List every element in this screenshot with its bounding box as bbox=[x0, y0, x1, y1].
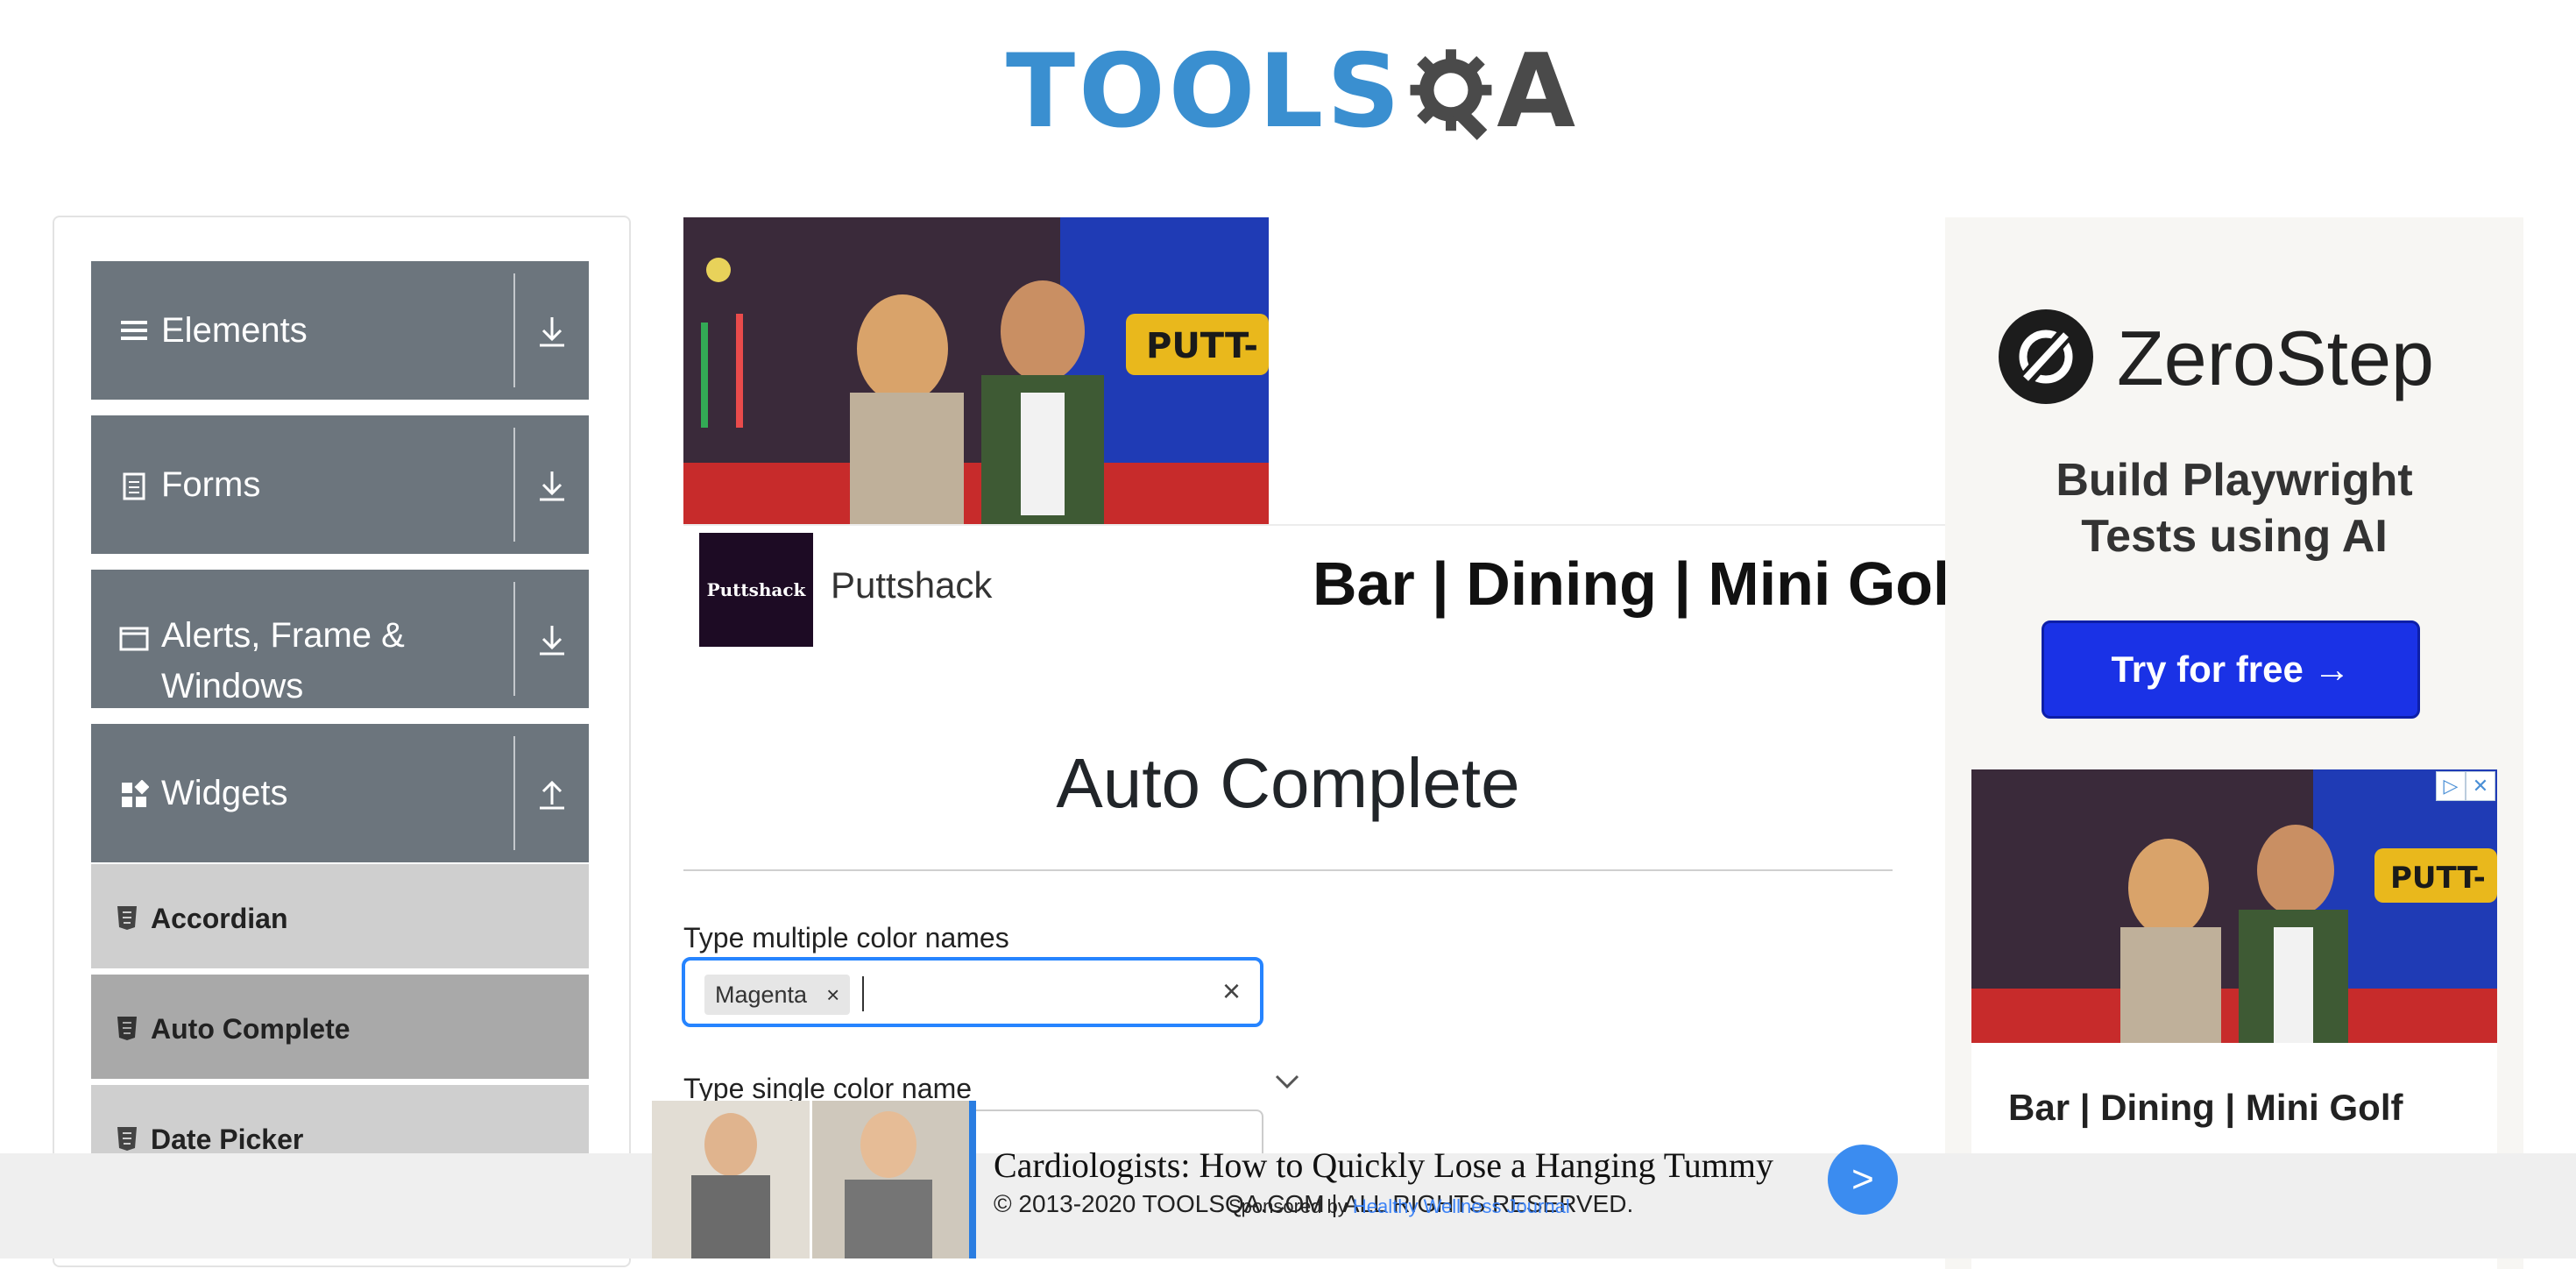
try-for-free-button[interactable]: Try for free → bbox=[2042, 620, 2420, 719]
color-chip: Magenta × bbox=[704, 975, 851, 1015]
ad-photo[interactable]: PUTT- bbox=[683, 217, 1269, 524]
html5-icon bbox=[117, 1127, 137, 1151]
ad-close-icon[interactable]: ✕ bbox=[2466, 771, 2495, 801]
document-icon bbox=[123, 472, 145, 500]
svg-text:PUTT-: PUTT- bbox=[1146, 326, 1258, 366]
group-header-alerts-frame-windows[interactable]: Alerts, Frame & Windows bbox=[91, 570, 589, 708]
group-header-elements[interactable]: Elements bbox=[91, 261, 589, 400]
group-header-widgets[interactable]: Widgets bbox=[91, 724, 589, 862]
left-panel: Elements Forms Alerts, Frame & Windows W… bbox=[53, 216, 631, 1267]
group-label-widgets: Widgets bbox=[161, 774, 288, 812]
html5-icon bbox=[117, 906, 137, 930]
group-label-alerts: Alerts, Frame & bbox=[161, 616, 405, 655]
ad-banner[interactable]: PUTT- Bar | Dining | Mini Golf Puttshack… bbox=[683, 217, 1971, 656]
ad-headline[interactable]: Bar | Dining | Mini Golf bbox=[1313, 549, 1971, 619]
ad-brand-name[interactable]: Puttshack bbox=[831, 564, 992, 606]
adchoices[interactable]: ▷ ✕ bbox=[2436, 771, 2495, 801]
download-arrow-icon[interactable] bbox=[529, 308, 575, 354]
ad-brand-logo[interactable]: Puttshack bbox=[699, 533, 813, 647]
title-divider bbox=[683, 869, 1893, 871]
svg-text:PUTT-: PUTT- bbox=[2390, 861, 2486, 896]
sidebar-item-label: Date Picker bbox=[151, 1124, 304, 1155]
group-separator bbox=[513, 582, 515, 696]
zerostep-tagline: Build Playwright Tests using AI bbox=[1945, 452, 2523, 564]
download-arrow-icon[interactable] bbox=[529, 463, 575, 508]
group-separator bbox=[513, 428, 515, 542]
logo-text-end: A bbox=[1497, 32, 1575, 151]
sidebar-item-auto-complete[interactable]: Auto Complete bbox=[91, 975, 589, 1081]
sidebar-item-label: Auto Complete bbox=[151, 1013, 350, 1045]
group-separator bbox=[513, 736, 515, 850]
sticky-ad-sponsor: Sponsored by Healthy Wellness Journal bbox=[1228, 1195, 1570, 1218]
sponsored-prefix: Sponsored by bbox=[1228, 1195, 1348, 1217]
sticky-ad[interactable]: Cardiologists: How to Quickly Lose a Han… bbox=[652, 1101, 1914, 1258]
group-label-elements: Elements bbox=[161, 311, 308, 350]
group-separator bbox=[513, 273, 515, 387]
multi-color-label: Type multiple color names bbox=[683, 922, 1009, 954]
sticky-ad-photo[interactable] bbox=[652, 1101, 976, 1258]
zerostep-logo-icon bbox=[1999, 309, 2093, 404]
right-ad[interactable]: ZeroStep Build Playwright Tests using AI… bbox=[1945, 217, 2523, 1269]
zerostep-brand: ZeroStep bbox=[2117, 315, 2434, 401]
window-icon bbox=[119, 627, 149, 651]
tagline-line-1: Build Playwright bbox=[2056, 455, 2413, 506]
clear-icon[interactable]: × bbox=[1222, 973, 1241, 1010]
gear-magnifier-icon bbox=[1410, 49, 1492, 140]
sidebar-item-label: Accordian bbox=[151, 903, 288, 934]
right-ad-photo[interactable]: PUTT- ▷ ✕ bbox=[1971, 769, 2497, 1043]
group-label-windows: Windows bbox=[161, 667, 304, 705]
toolsqa-logo[interactable]: TOOLS A bbox=[1006, 26, 1575, 158]
chevron-down-icon[interactable] bbox=[1274, 1071, 1300, 1092]
right-ad-photo-image: PUTT- bbox=[1971, 769, 2497, 1043]
download-arrow-icon[interactable] bbox=[529, 617, 575, 663]
tagline-line-2: Tests using AI bbox=[2081, 511, 2388, 562]
hamburger-icon bbox=[121, 321, 147, 340]
right-ad-headline[interactable]: Bar | Dining | Mini Golf bbox=[2008, 1087, 2403, 1129]
group-header-forms[interactable]: Forms bbox=[91, 415, 589, 554]
multi-color-input[interactable]: Magenta × × bbox=[682, 957, 1263, 1027]
chip-remove-icon[interactable]: × bbox=[826, 982, 839, 1009]
sticky-ad-go-button[interactable]: > bbox=[1828, 1145, 1898, 1215]
ad-divider bbox=[683, 524, 1945, 526]
upload-arrow-icon[interactable] bbox=[529, 771, 575, 817]
sponsor-link[interactable]: Healthy Wellness Journal bbox=[1353, 1195, 1570, 1217]
sidebar-item-accordian[interactable]: Accordian bbox=[91, 864, 589, 971]
group-label-forms: Forms bbox=[161, 465, 261, 504]
html5-icon bbox=[117, 1017, 137, 1040]
chip-label: Magenta bbox=[715, 981, 808, 1008]
sticky-ad-headline[interactable]: Cardiologists: How to Quickly Lose a Han… bbox=[994, 1145, 1773, 1186]
adchoices-info-icon[interactable]: ▷ bbox=[2436, 771, 2466, 801]
widgets-icon bbox=[122, 780, 149, 807]
sticky-ad-image bbox=[652, 1101, 969, 1258]
text-caret bbox=[862, 976, 864, 1011]
ad-photo-image: PUTT- bbox=[683, 217, 1269, 524]
page-title: Auto Complete bbox=[1056, 744, 1520, 822]
logo-text: TOOLS bbox=[1006, 32, 1404, 151]
